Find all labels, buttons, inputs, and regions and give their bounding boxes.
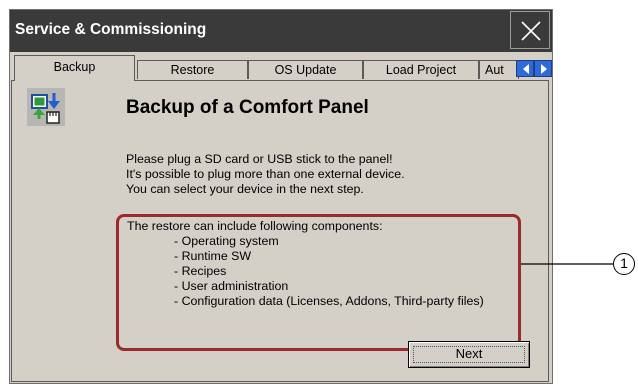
callout-number: 1 xyxy=(613,253,635,275)
tab-backup[interactable]: Backup xyxy=(14,55,135,81)
